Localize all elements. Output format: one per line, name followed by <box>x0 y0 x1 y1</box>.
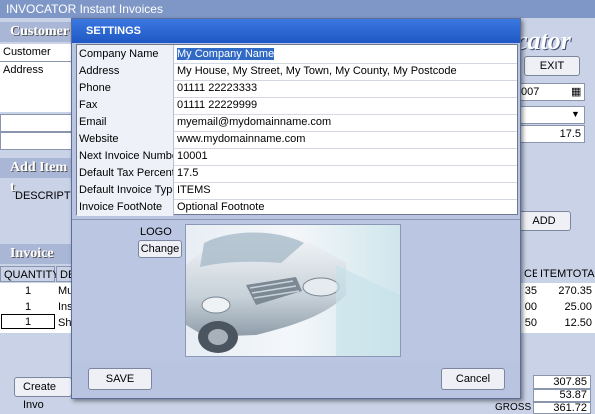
col-price: CE <box>521 266 539 282</box>
settings-label: Invoice FootNote <box>77 198 174 216</box>
settings-dialog: SETTINGS Company Name My Company Name Ad… <box>71 18 521 399</box>
calendar-icon[interactable]: ▦ <box>571 85 581 99</box>
gross-total-field: 361.72 <box>533 402 591 414</box>
company-name-field[interactable]: My Company Name <box>174 45 517 63</box>
fax-field[interactable]: 01111 22229999 <box>174 96 517 114</box>
row-1-total: 270.35 <box>558 285 592 297</box>
settings-label: Email <box>77 113 174 131</box>
chevron-down-icon[interactable]: ▼ <box>571 107 580 121</box>
company-name-value: My Company Name <box>177 48 275 60</box>
cancel-button[interactable]: Cancel <box>441 368 505 390</box>
logo-image <box>185 224 401 357</box>
subtotal-field: 307.85 <box>533 375 591 389</box>
address-label: Address <box>0 62 72 112</box>
invoice-type-select[interactable]: ▼ <box>517 106 585 124</box>
row-2-price: 00 <box>524 301 537 313</box>
invoice-footnote-field[interactable]: Optional Footnote <box>174 198 517 216</box>
settings-label: Default Tax Percent <box>77 164 174 182</box>
default-invoice-type-field[interactable]: ITEMS <box>174 181 517 199</box>
add-item-header: Add Item t <box>0 158 72 195</box>
settings-dialog-title: SETTINGS <box>86 25 142 37</box>
app-title-bar: INVOCATOR Instant Invoices <box>0 0 595 18</box>
row-2-total: 25.00 <box>564 301 592 313</box>
col-itemtotal: ITEMTOTAL <box>537 266 595 282</box>
invoice-rows-left: 1 Mu 1 Ins 1 Shi <box>0 283 74 333</box>
col-quantity: QUANTITY <box>0 266 60 282</box>
customer-field-1[interactable] <box>0 114 72 132</box>
customer-field-2[interactable] <box>0 132 72 150</box>
row-1-price: 35 <box>524 285 537 297</box>
email-field[interactable]: myemail@mydomainname.com <box>174 113 517 131</box>
settings-label: Fax <box>77 96 174 114</box>
row-1-qty[interactable]: 1 <box>0 283 56 299</box>
tax-percent-field[interactable]: 17.5 <box>517 125 585 143</box>
settings-label: Company Name <box>77 45 174 63</box>
change-logo-button[interactable]: Change <box>138 240 182 258</box>
exit-button[interactable]: EXIT <box>524 56 580 76</box>
settings-row-invoice-footnote[interactable]: Invoice FootNote Optional Footnote <box>77 198 517 217</box>
customer-label: Customer <box>0 44 72 62</box>
row-3-qty[interactable]: 1 <box>1 314 55 329</box>
invoice-date-value: 007 <box>521 86 540 98</box>
save-button[interactable]: SAVE <box>88 368 152 390</box>
next-invoice-number-field[interactable]: 10001 <box>174 147 517 165</box>
default-tax-percent-field[interactable]: 17.5 <box>174 164 517 182</box>
website-field[interactable]: www.mydomainname.com <box>174 130 517 148</box>
invoice-rows-right: 35 270.35 00 25.00 50 12.50 <box>521 283 595 333</box>
tax-total-field: 53.87 <box>533 389 591 402</box>
col-description: DE <box>56 266 75 282</box>
row-2-qty[interactable]: 1 <box>0 299 56 315</box>
row-3-total: 12.50 <box>564 317 592 329</box>
brand-logo-text: cator <box>516 26 571 55</box>
invoice-details-header: Invoice Det <box>0 244 72 281</box>
app-title: INVOCATOR Instant Invoices <box>6 2 163 16</box>
settings-label: Next Invoice Number <box>77 147 174 165</box>
car-photo-icon <box>186 225 400 356</box>
invoice-date-field[interactable]: 007 ▦ <box>517 83 585 101</box>
settings-label: Address <box>77 62 174 80</box>
customer-details-header: Customer D <box>0 22 72 59</box>
add-item-button[interactable]: ADD <box>517 211 571 231</box>
settings-label: Phone <box>77 79 174 97</box>
logo-label: LOGO <box>140 226 172 238</box>
settings-dialog-title-bar[interactable]: SETTINGS <box>72 19 520 43</box>
create-invoice-button[interactable]: Create Invo <box>14 377 72 411</box>
phone-field[interactable]: 01111 22223333 <box>174 79 517 97</box>
address-field[interactable]: My House, My Street, My Town, My County,… <box>174 62 517 80</box>
settings-label: Website <box>77 130 174 148</box>
gross-label: GROSS <box>495 402 532 413</box>
settings-label: Default Invoice Type <box>77 181 174 199</box>
settings-grid: Company Name My Company Name Address My … <box>76 44 518 217</box>
row-3-price: 50 <box>524 317 537 329</box>
